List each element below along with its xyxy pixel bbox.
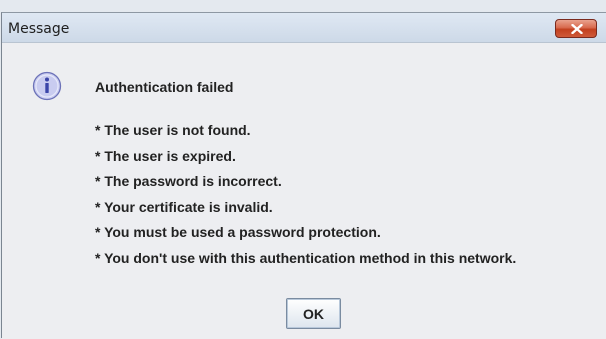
reason-item: * The user is expired.	[95, 147, 236, 164]
dialog-titlebar[interactable]: Message	[2, 13, 606, 43]
dialog-content: Authentication failed * The user is not …	[2, 43, 606, 339]
dialog-title: Message	[8, 21, 70, 37]
reasons-list: * The user is not found. * The user is e…	[95, 122, 516, 276]
message-heading: Authentication failed	[95, 79, 234, 95]
message-dialog: Message Authentication failed * The user…	[1, 12, 606, 339]
reason-item: * Your certificate is invalid.	[95, 198, 273, 215]
reason-item: * The user is not found.	[95, 122, 251, 138]
reason-item: * You don't use with this authentication…	[95, 249, 517, 266]
reason-item: * The password is incorrect.	[95, 173, 282, 190]
close-icon	[571, 24, 583, 34]
close-button[interactable]	[555, 19, 597, 38]
info-icon	[32, 71, 62, 101]
reason-item: * You must be used a password protection…	[95, 224, 381, 241]
ok-button[interactable]: OK	[286, 298, 341, 329]
